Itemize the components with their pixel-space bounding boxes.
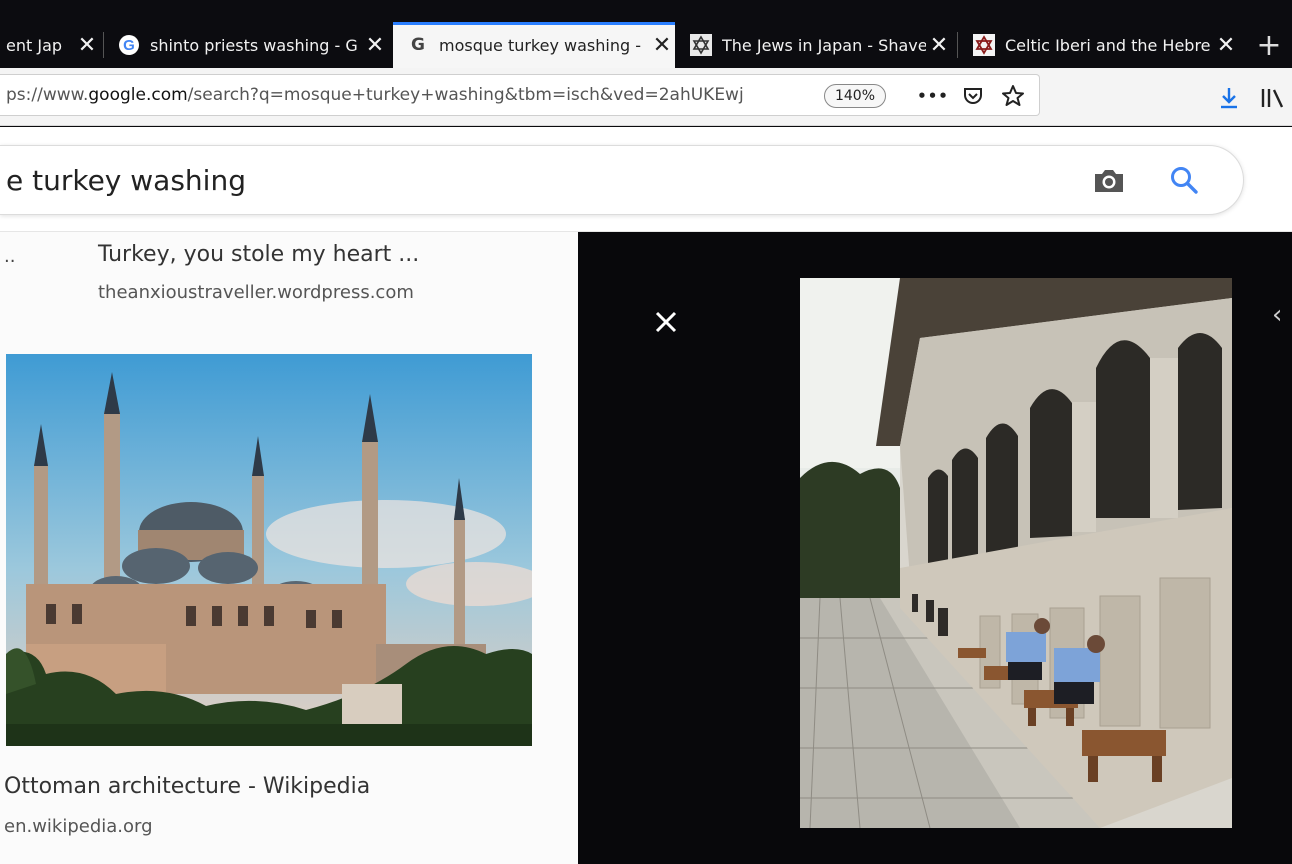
tab-title: ent Jap [6,35,63,55]
address-bar[interactable]: ps://www.google.com/search?q=mosque+turk… [0,74,1040,116]
result-caption-fragment: .. [4,246,16,267]
result-site[interactable]: en.wikipedia.org [4,816,153,837]
image-preview-panel: ‹ [578,232,1292,864]
search-header: e turkey washing [0,127,1292,232]
tab-celtic-iberi[interactable]: Celtic Iberi and the Hebre ✕ [965,22,1239,68]
tab-close-icon[interactable]: ✕ [926,33,952,58]
close-icon[interactable] [652,308,680,336]
tab-title: The Jews in Japan - Shave [722,35,926,55]
star-of-david-icon [690,34,712,56]
tab-ancient-japan[interactable]: ent Jap ✕ [0,22,100,68]
tab-jews-in-japan[interactable]: The Jews in Japan - Shave ✕ [682,22,952,68]
result-title[interactable]: Turkey, you stole my heart ... [98,242,419,267]
ablution-fountain-preview-image[interactable] [800,278,1232,828]
star-of-david-icon [973,34,995,56]
svg-text:G: G [123,37,135,54]
url-path: /search?q=mosque+turkey+washing&tbm=isch… [187,85,744,105]
magnifier-icon[interactable] [1168,164,1200,196]
new-tab-button[interactable]: + [1246,22,1292,68]
result-site[interactable]: theanxioustraveller.wordpress.com [98,282,414,303]
tab-close-icon[interactable]: ✕ [1213,33,1239,58]
pocket-icon[interactable] [958,81,988,111]
tab-mosque-turkey[interactable]: G mosque turkey washing - ✕ [393,22,675,68]
url-host: google.com [88,85,188,105]
page-actions-menu-icon[interactable]: ••• [917,81,948,111]
library-icon[interactable] [1258,84,1288,112]
image-results-grid: .. Turkey, you stole my heart ... theanx… [0,232,578,864]
result-title[interactable]: Ottoman architecture - Wikipedia [4,774,370,799]
url-prefix: ps://www. [6,85,89,105]
tab-title: shinto priests washing - G [150,35,358,55]
camera-icon[interactable] [1092,167,1126,195]
search-query-text[interactable]: e turkey washing [6,164,246,197]
tab-divider [957,32,958,58]
google-icon: G [118,34,140,56]
tab-close-icon[interactable]: ✕ [362,33,388,58]
tab-close-icon[interactable]: ✕ [74,33,100,58]
zoom-indicator[interactable]: 140% [824,84,886,108]
download-arrow-icon[interactable] [1216,84,1242,112]
tab-title: mosque turkey washing - [439,35,641,55]
previous-image-icon[interactable]: ‹ [1272,300,1282,330]
tab-strip: ent Jap ✕ G shinto priests washing - G ✕… [0,0,1292,68]
search-input[interactable]: e turkey washing [0,145,1244,215]
tab-shinto-priests[interactable]: G shinto priests washing - G ✕ [110,22,388,68]
tab-title: Celtic Iberi and the Hebre [1005,35,1211,55]
url-text[interactable]: ps://www.google.com/search?q=mosque+turk… [6,85,744,105]
tab-divider [103,32,104,58]
star-icon[interactable] [998,81,1028,111]
mosque-thumbnail-image[interactable] [6,354,532,746]
google-icon: G [411,35,425,55]
navigation-toolbar: ps://www.google.com/search?q=mosque+turk… [0,68,1292,126]
tab-close-icon[interactable]: ✕ [649,33,675,58]
